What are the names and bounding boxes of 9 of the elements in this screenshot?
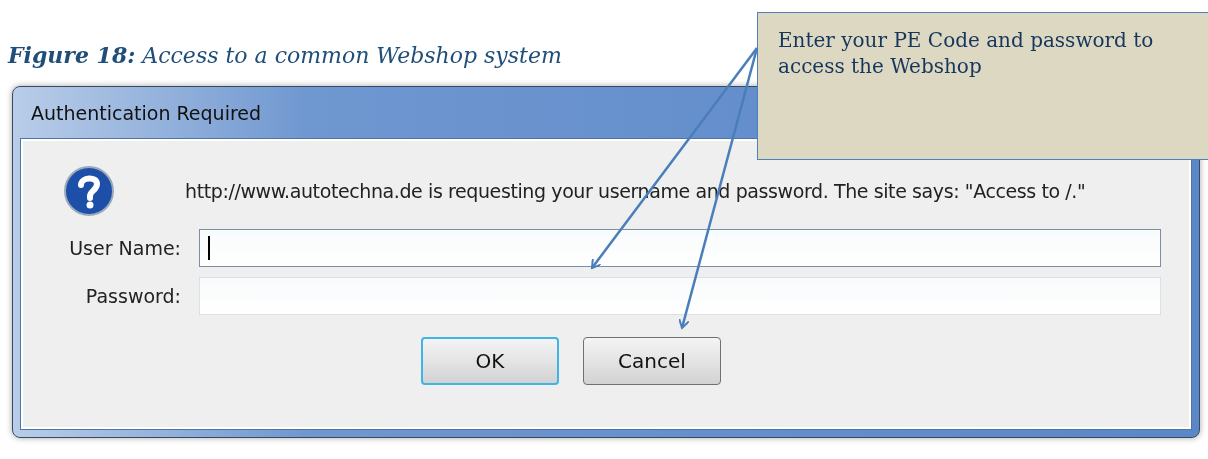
window-title: Authentication Required (31, 102, 262, 124)
ok-button[interactable]: OK (421, 337, 559, 385)
help-icon (63, 165, 115, 217)
cancel-button[interactable]: Cancel (583, 337, 721, 385)
figure-caption: Figure 18: Access to a common Webshop system (8, 42, 562, 68)
field-label: User Name: (69, 237, 181, 259)
field-label: Password: (85, 285, 181, 307)
callout-text: Enter your PE Code and password to access the Webshop (778, 27, 1155, 79)
input-field[interactable] (199, 229, 1161, 267)
